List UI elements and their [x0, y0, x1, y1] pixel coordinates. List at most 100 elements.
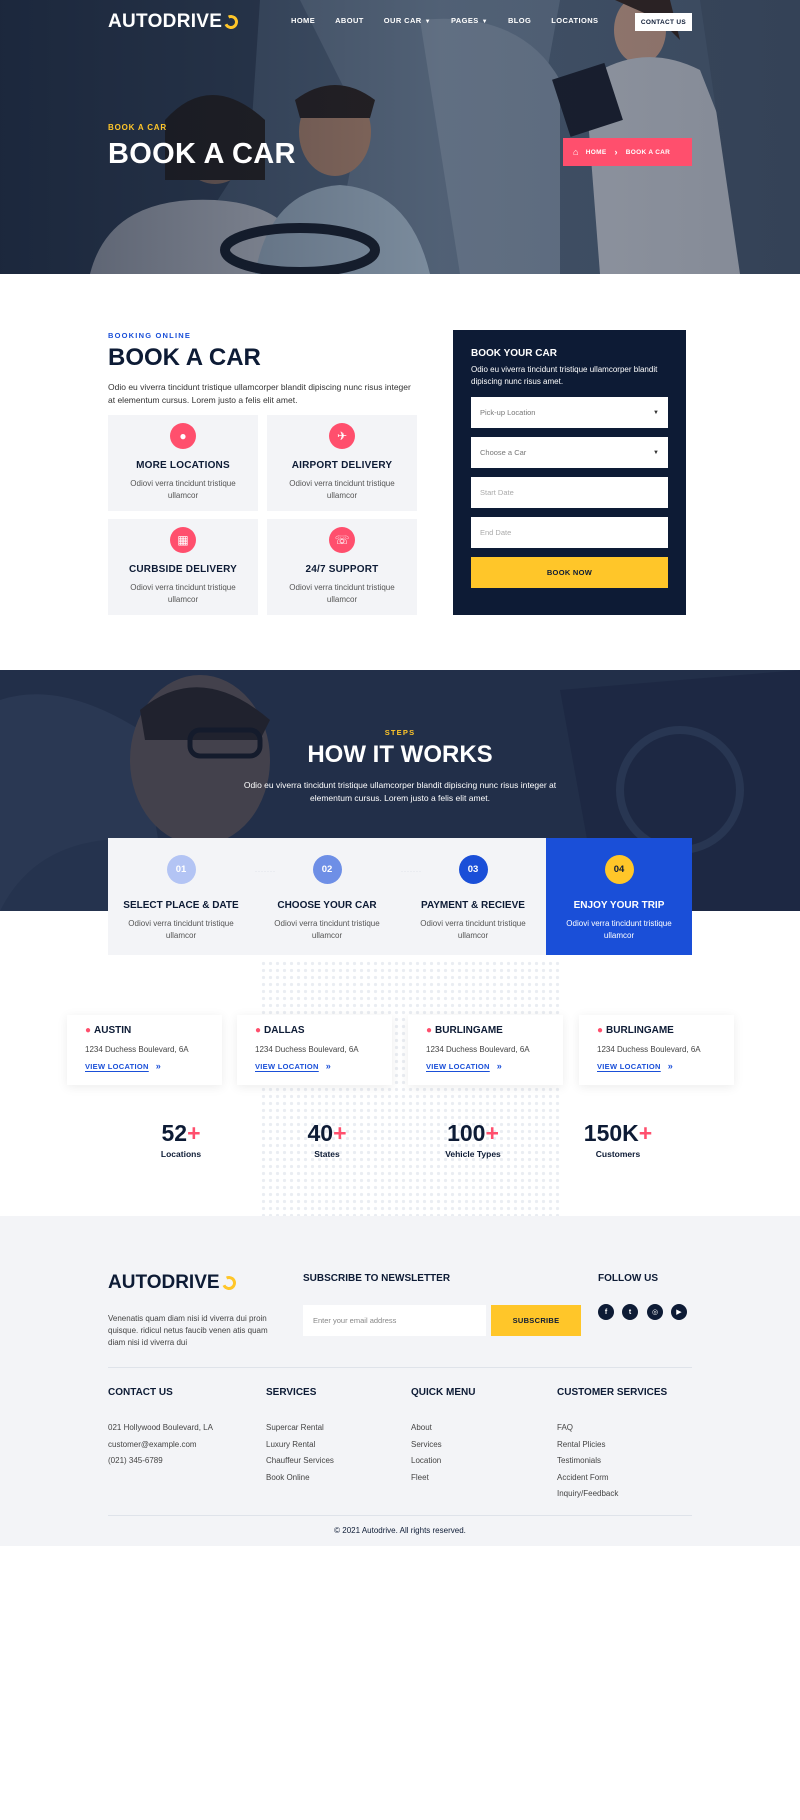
stat-states: 40+ States — [307, 1120, 347, 1159]
footer-link[interactable]: Location — [411, 1453, 442, 1470]
home-icon: ⌂ — [573, 147, 579, 157]
main-menu: HOME ABOUT OUR CAR ▼ PAGES ▼ BLOG LOCATION… — [291, 16, 598, 25]
footer-link[interactable]: Rental Plicies — [557, 1437, 618, 1454]
footer-link[interactable]: Luxury Rental — [266, 1437, 334, 1454]
youtube-icon[interactable]: ▶ — [671, 1304, 687, 1320]
footer-heading-contact: CONTACT US — [108, 1387, 173, 1398]
step-card-4: 04 ENJOY YOUR TRIP Odiovi verra tincidun… — [546, 838, 692, 955]
location-card-burlingame-2: ● BURLINGAME 1234 Duchess Boulevard, 6A V… — [579, 1015, 734, 1085]
footer-column-quick-menu: About Services Location Fleet — [411, 1420, 442, 1486]
end-date-input[interactable]: End Date — [471, 517, 668, 548]
building-icon: ▦ — [170, 527, 196, 553]
nav-item-blog[interactable]: BLOG — [508, 16, 531, 25]
step-card-2: 02 CHOOSE YOUR CAR Odiovi verra tincidun… — [254, 838, 421, 955]
hero-eyebrow: BOOK A CAR — [108, 123, 167, 132]
nav-item-home[interactable]: HOME — [291, 16, 315, 25]
speedometer-icon — [219, 1274, 238, 1292]
how-description: Odio eu viverra tincidunt tristique ulla… — [243, 780, 557, 803]
location-card-austin: ● AUSTIN 1234 Duchess Boulevard, 6A VIEW … — [67, 1015, 222, 1085]
breadcrumb-home-link[interactable]: HOME — [586, 149, 607, 156]
contact-email-link[interactable]: customer@example.com — [108, 1437, 213, 1454]
step-card-3: 03 PAYMENT & RECIEVE Odiovi verra tincid… — [400, 838, 546, 955]
page-title: BOOK A CAR — [108, 138, 296, 170]
step-number-badge: 02 — [312, 855, 342, 884]
step-number-badge: 01 — [166, 855, 196, 884]
pickup-location-select[interactable]: Pick-up Location ▼ — [471, 397, 668, 428]
caret-down-icon: ▼ — [653, 449, 659, 456]
facebook-icon[interactable]: f — [598, 1304, 614, 1320]
view-location-link[interactable]: VIEW LOCATION» — [85, 1061, 222, 1071]
footer-link[interactable]: Inquiry/Feedback — [557, 1486, 618, 1503]
chevron-down-icon: ▼ — [481, 19, 488, 25]
location-pin-icon: ● — [597, 1025, 604, 1036]
booking-form: BOOK YOUR CAR Odio eu viverra tincidunt … — [453, 330, 686, 615]
world-map-dots — [260, 960, 560, 1216]
breadcrumb: ⌂ HOME › BOOK A CAR — [563, 138, 692, 166]
double-chevron-right-icon: » — [496, 1061, 503, 1071]
footer-link[interactable]: Fleet — [411, 1470, 442, 1487]
step-number-badge: 04 — [604, 855, 634, 884]
footer-about: Venenatis quam diam nisi id viverra dui … — [108, 1314, 268, 1347]
footer-column-services: Supercar Rental Luxury Rental Chauffeur … — [266, 1420, 334, 1486]
feature-card-curbside-delivery: ▦ CURBSIDE DELIVERY Odiovi verra tincidu… — [108, 519, 258, 615]
site-logo[interactable]: AUTODRIVE — [108, 11, 241, 33]
instagram-icon[interactable]: ◎ — [647, 1304, 663, 1320]
newsletter-email-input[interactable]: Enter your email address — [303, 1305, 486, 1336]
stat-locations: 52+ Locations — [160, 1120, 202, 1159]
how-eyebrow: STEPS — [384, 728, 416, 737]
chevron-down-icon: ▼ — [424, 19, 431, 25]
breadcrumb-current: BOOK A CAR — [625, 148, 671, 156]
nav-item-our-car[interactable]: OUR CAR ▼ — [384, 16, 431, 25]
booking-eyebrow: BOOKING ONLINE — [108, 331, 192, 340]
footer-link[interactable]: Supercar Rental — [266, 1420, 334, 1437]
footer-link[interactable]: Services — [411, 1437, 442, 1454]
footer-link[interactable]: FAQ — [557, 1420, 618, 1437]
contact-us-button[interactable]: CONTACT US — [635, 13, 692, 31]
footer-link[interactable]: Book Online — [266, 1470, 334, 1487]
headset-icon: ☏ — [329, 527, 355, 553]
chevron-right-icon: › — [614, 147, 618, 157]
step-number-badge: 03 — [458, 855, 488, 884]
contact-address: 021 Hollywood Boulevard, LA — [108, 1423, 213, 1432]
book-now-button[interactable]: BOOK NOW — [471, 557, 668, 588]
double-chevron-right-icon: » — [325, 1061, 332, 1071]
footer-link[interactable]: Chauffeur Services — [266, 1453, 334, 1470]
feature-card-support: ☏ 24/7 SUPPORT Odiovi verra tincidunt tr… — [267, 519, 417, 615]
start-date-input[interactable]: Start Date — [471, 477, 668, 508]
subscribe-button[interactable]: SUBSCRIBE — [491, 1305, 581, 1336]
feature-card-airport-delivery: ✈ AIRPORT DELIVERY Odiovi verra tincidun… — [267, 415, 417, 511]
view-location-link[interactable]: VIEW LOCATION» — [255, 1061, 392, 1071]
double-chevron-right-icon: » — [155, 1061, 162, 1071]
stat-vehicle-types: 100+ Vehicle Types — [445, 1120, 501, 1159]
top-nav: AUTODRIVE HOME ABOUT OUR CAR ▼ PAGES ▼ BLO… — [0, 0, 800, 44]
footer-heading-quick-menu: QUICK MENU — [411, 1387, 476, 1398]
newsletter-title: SUBSCRIBE TO NEWSLETTER — [303, 1273, 451, 1284]
view-location-link[interactable]: VIEW LOCATION» — [597, 1061, 734, 1071]
booking-form-description: Odio eu viverra tincidunt tristique ulla… — [471, 365, 658, 386]
footer-link[interactable]: Accident Form — [557, 1470, 618, 1487]
feature-card-more-locations: ● MORE LOCATIONS Odiovi verra tincidunt … — [108, 415, 258, 511]
nav-item-about[interactable]: ABOUT — [335, 16, 364, 25]
view-location-link[interactable]: VIEW LOCATION» — [426, 1061, 563, 1071]
double-chevron-right-icon: » — [667, 1061, 674, 1071]
footer-link[interactable]: Testimonials — [557, 1453, 618, 1470]
booking-title: BOOK A CAR — [108, 344, 261, 371]
nav-item-locations[interactable]: LOCATIONS — [551, 16, 598, 25]
contact-phone-link[interactable]: (021) 345-6789 — [108, 1453, 213, 1470]
nav-item-pages[interactable]: PAGES ▼ — [451, 16, 488, 25]
choose-car-select[interactable]: Choose a Car ▼ — [471, 437, 668, 468]
steps-row: 01 SELECT PLACE & DATE Odiovi verra tinc… — [108, 838, 692, 955]
footer-link[interactable]: About — [411, 1420, 442, 1437]
footer-column-contact: 021 Hollywood Boulevard, LA customer@exa… — [108, 1420, 213, 1470]
twitter-icon[interactable]: t — [622, 1304, 638, 1320]
booking-description: Odio eu viverra tincidunt tristique ulla… — [108, 382, 411, 405]
location-pin-icon: ● — [426, 1025, 433, 1036]
airplane-icon: ✈ — [329, 423, 355, 449]
speedometer-icon — [222, 13, 241, 31]
footer-divider — [108, 1367, 692, 1368]
location-pin-icon: ● — [255, 1025, 262, 1036]
footer-heading-customer-services: CUSTOMER SERVICES — [557, 1387, 668, 1398]
follow-us-title: FOLLOW US — [598, 1273, 658, 1284]
copyright: © 2021 Autodrive. All rights reserved. — [334, 1526, 466, 1535]
footer-logo[interactable]: AUTODRIVE — [108, 1272, 238, 1294]
